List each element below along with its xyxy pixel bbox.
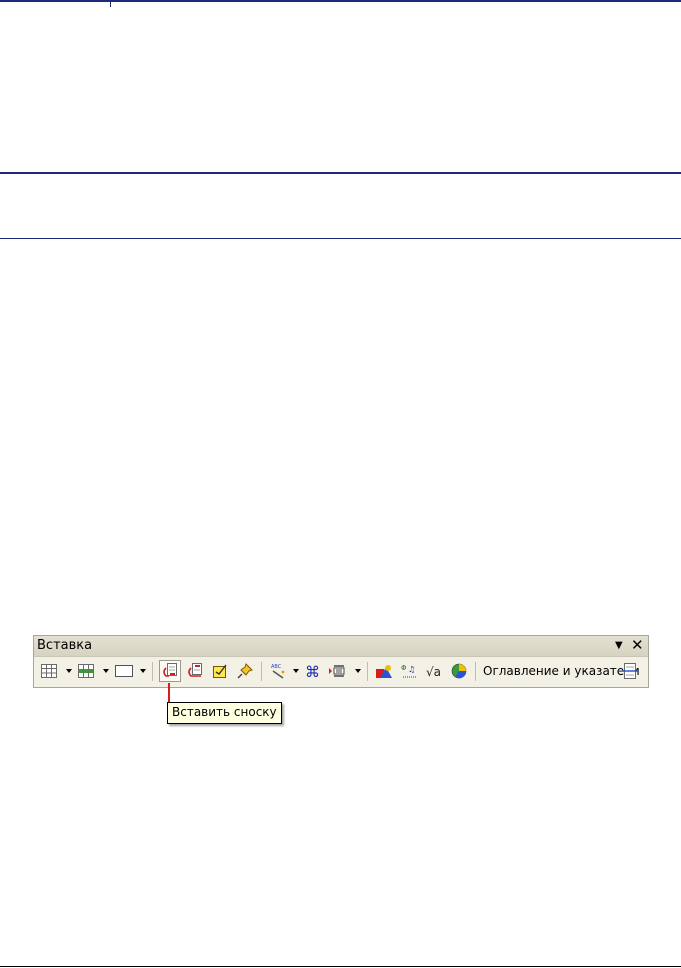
svg-text:⌘: ⌘	[305, 663, 320, 679]
special-character-button[interactable]: ⌘	[302, 660, 324, 682]
svg-text:ABC: ABC	[271, 664, 282, 670]
insert-math-button[interactable]: √a	[423, 660, 445, 682]
footnote-tooltip: Вставить сноску	[167, 702, 282, 724]
section-rule-thin	[0, 238, 681, 239]
toolbar-title: Вставка	[37, 638, 93, 653]
special-character-icon: ⌘	[305, 663, 320, 679]
section-icon	[329, 665, 345, 677]
insert-image-button[interactable]	[373, 660, 395, 682]
insert-section-button[interactable]	[326, 660, 348, 682]
image-icon	[376, 665, 392, 678]
note-icon	[213, 664, 227, 678]
close-icon[interactable]: ✕	[631, 636, 644, 654]
index-entry-icon	[622, 663, 638, 679]
tooltip-pointer	[168, 683, 170, 702]
fontwork-button[interactable]: ABC	[267, 660, 289, 682]
fields-icon	[78, 664, 94, 678]
header-tick	[110, 2, 111, 7]
insert-formula-button[interactable]: Φ ♫	[398, 660, 420, 682]
formula-icon: Φ ♫	[401, 664, 416, 678]
svg-text:Φ: Φ	[401, 664, 407, 672]
insert-table-button[interactable]	[38, 660, 60, 682]
frame-icon	[115, 665, 133, 677]
toolbar-titlebar[interactable]: Вставка ▼ ✕	[34, 636, 648, 657]
math-formula-icon: √a	[426, 665, 441, 679]
insert-note-button[interactable]	[209, 660, 231, 682]
insert-toolbar: Вставка ▼ ✕ ABC ⌘ Φ ♫ √a Оглавление и ук…	[33, 635, 649, 688]
fontwork-dropdown-arrow[interactable]	[293, 669, 299, 673]
fields-dropdown-arrow[interactable]	[103, 669, 109, 673]
svg-text:√a: √a	[426, 665, 441, 679]
toc-and-indexes-button[interactable]: Оглавление и указатели	[483, 664, 640, 678]
chart-icon	[451, 663, 467, 679]
insert-bookmark-button[interactable]	[234, 660, 256, 682]
toolbar-buttons: ABC ⌘ Φ ♫ √a Оглавление и указатели	[34, 657, 648, 687]
insert-fields-button[interactable]	[75, 660, 97, 682]
insert-chart-button[interactable]	[448, 660, 470, 682]
toolbar-separator	[261, 662, 262, 681]
insert-endnote-button[interactable]	[184, 660, 206, 682]
table-dropdown-arrow[interactable]	[66, 669, 72, 673]
section-dropdown-arrow[interactable]	[355, 669, 361, 673]
svg-text:♫: ♫	[408, 665, 415, 674]
toolbar-separator	[152, 662, 153, 681]
bottom-rule	[0, 966, 681, 967]
top-rule	[0, 0, 681, 2]
toolbar-separator	[475, 662, 476, 681]
toolbar-options-icon[interactable]: ▼	[615, 640, 623, 651]
bookmark-icon	[237, 663, 253, 679]
endnote-icon	[188, 663, 202, 677]
insert-frame-button[interactable]	[112, 660, 134, 682]
toolbar-separator	[367, 662, 368, 681]
footnote-icon	[163, 663, 177, 677]
frame-dropdown-arrow[interactable]	[140, 669, 146, 673]
table-icon	[41, 664, 57, 678]
section-rule	[0, 172, 681, 174]
insert-index-entry-button[interactable]	[619, 660, 641, 682]
fontwork-icon: ABC	[271, 664, 285, 679]
insert-footnote-button[interactable]	[159, 660, 181, 682]
